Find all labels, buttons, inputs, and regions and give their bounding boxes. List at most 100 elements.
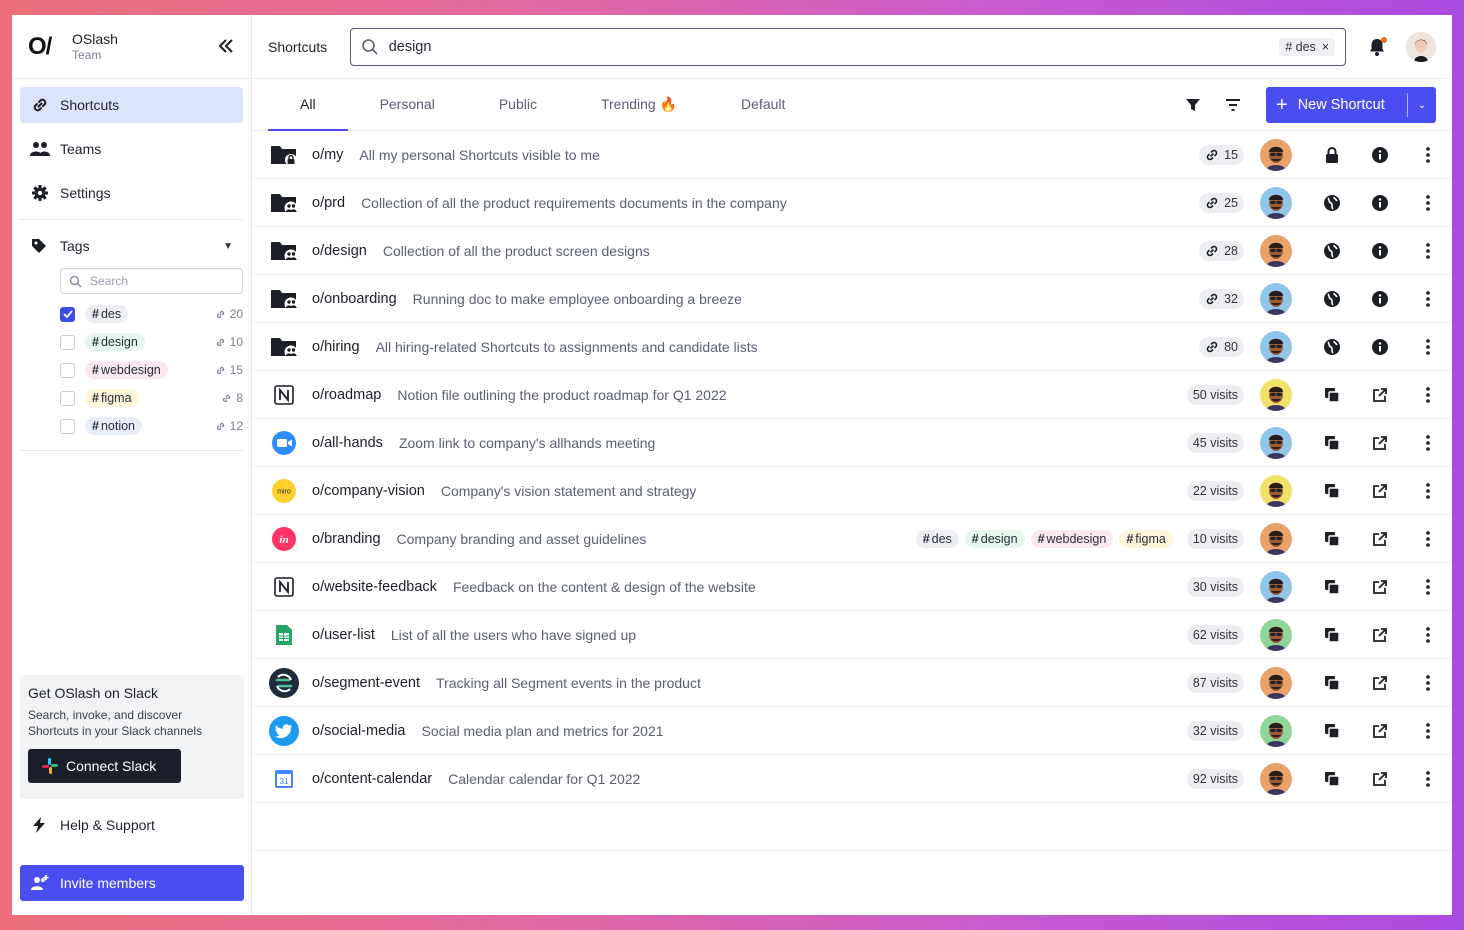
search-filter-chip[interactable]: # des × [1279, 37, 1336, 56]
copy-icon[interactable] [1308, 435, 1356, 451]
tag-filter-design[interactable]: # design 10 [12, 328, 251, 356]
owner-avatar[interactable] [1260, 138, 1292, 171]
shortcut-row[interactable]: miro o/company-vision Company's vision s… [252, 467, 1452, 515]
tag-checkbox[interactable] [60, 334, 75, 350]
more-options-icon[interactable] [1404, 386, 1452, 403]
external-link-icon[interactable] [1356, 387, 1404, 403]
shortcut-name[interactable]: o/design [312, 243, 367, 259]
more-options-icon[interactable] [1404, 146, 1452, 163]
notification-bell-icon[interactable] [1366, 36, 1388, 58]
tab-public[interactable]: Public [467, 78, 569, 130]
sidebar-item-teams[interactable]: Teams [20, 131, 243, 167]
shortcut-row[interactable]: o/hiring All hiring-related Shortcuts to… [252, 323, 1452, 371]
owner-avatar[interactable] [1260, 378, 1292, 411]
owner-avatar[interactable] [1260, 714, 1292, 747]
info-icon[interactable] [1356, 290, 1404, 308]
tag-checkbox[interactable] [60, 390, 75, 406]
copy-icon[interactable] [1308, 483, 1356, 499]
more-options-icon[interactable] [1404, 770, 1452, 787]
chip-close-icon[interactable]: × [1322, 40, 1329, 54]
shortcut-row[interactable]: o/website-feedback Feedback on the conte… [252, 563, 1452, 611]
more-options-icon[interactable] [1404, 626, 1452, 643]
more-options-icon[interactable] [1404, 674, 1452, 691]
external-link-icon[interactable] [1356, 675, 1404, 691]
copy-icon[interactable] [1308, 723, 1356, 739]
row-tag-pill[interactable]: # webdesign [1030, 529, 1114, 548]
more-options-icon[interactable] [1404, 242, 1452, 259]
copy-icon[interactable] [1308, 531, 1356, 547]
shortcut-name[interactable]: o/hiring [312, 339, 360, 355]
shortcut-row[interactable]: o/prd Collection of all the product requ… [252, 179, 1452, 227]
external-link-icon[interactable] [1356, 627, 1404, 643]
tag-search-input[interactable]: Search [60, 268, 243, 294]
owner-avatar[interactable] [1260, 570, 1292, 603]
shortcut-name[interactable]: o/all-hands [312, 435, 383, 451]
owner-avatar[interactable] [1260, 282, 1292, 315]
search-input[interactable]: design # des × [349, 27, 1347, 66]
tab-default[interactable]: Default [709, 78, 817, 130]
user-avatar[interactable] [1406, 31, 1436, 62]
shortcut-name[interactable]: o/roadmap [312, 387, 381, 403]
shortcut-row[interactable]: o/social-media Social media plan and met… [252, 707, 1452, 755]
shortcut-name[interactable]: o/branding [312, 531, 381, 547]
more-options-icon[interactable] [1404, 338, 1452, 355]
more-options-icon[interactable] [1404, 194, 1452, 211]
owner-avatar[interactable] [1260, 666, 1292, 699]
shortcut-row[interactable]: o/my All my personal Shortcuts visible t… [252, 131, 1452, 179]
shortcut-name[interactable]: o/my [312, 147, 343, 163]
help-support-link[interactable]: Help & Support [20, 807, 244, 843]
external-link-icon[interactable] [1356, 435, 1404, 451]
owner-avatar[interactable] [1260, 330, 1292, 363]
shortcut-name[interactable]: o/user-list [312, 627, 375, 643]
chevron-down-icon[interactable]: ▼ [223, 241, 233, 252]
external-link-icon[interactable] [1356, 771, 1404, 787]
sidebar-item-settings[interactable]: Settings [20, 175, 243, 211]
shortcut-name[interactable]: o/segment-event [312, 675, 420, 691]
copy-icon[interactable] [1308, 675, 1356, 691]
owner-avatar[interactable] [1260, 186, 1292, 219]
row-tag-pill[interactable]: # des [915, 529, 959, 548]
owner-avatar[interactable] [1260, 618, 1292, 651]
shortcut-row[interactable]: o/user-list List of all the users who ha… [252, 611, 1452, 659]
info-icon[interactable] [1356, 146, 1404, 164]
external-link-icon[interactable] [1356, 531, 1404, 547]
shortcut-name[interactable]: o/prd [312, 195, 345, 211]
more-options-icon[interactable] [1404, 482, 1452, 499]
owner-avatar[interactable] [1260, 522, 1292, 555]
copy-icon[interactable] [1308, 579, 1356, 595]
copy-icon[interactable] [1308, 771, 1356, 787]
copy-icon[interactable] [1308, 387, 1356, 403]
tab-all[interactable]: All [268, 78, 348, 131]
info-icon[interactable] [1356, 338, 1404, 356]
new-shortcut-button[interactable]: + New Shortcut ⌄ [1266, 87, 1436, 123]
collapse-sidebar-icon[interactable] [215, 35, 237, 57]
tag-checkbox[interactable] [60, 306, 75, 322]
owner-avatar[interactable] [1260, 762, 1292, 795]
external-link-icon[interactable] [1356, 483, 1404, 499]
more-options-icon[interactable] [1404, 578, 1452, 595]
owner-avatar[interactable] [1260, 426, 1292, 459]
shortcut-row[interactable]: o/onboarding Running doc to make employe… [252, 275, 1452, 323]
tags-section-header[interactable]: Tags ▼ [12, 224, 251, 268]
more-options-icon[interactable] [1404, 434, 1452, 451]
shortcut-row[interactable]: o/design Collection of all the product s… [252, 227, 1452, 275]
shortcut-name[interactable]: o/company-vision [312, 483, 425, 499]
tag-filter-figma[interactable]: # figma 8 [12, 384, 251, 412]
owner-avatar[interactable] [1260, 234, 1292, 267]
more-options-icon[interactable] [1404, 290, 1452, 307]
more-options-icon[interactable] [1404, 530, 1452, 547]
shortcut-name[interactable]: o/social-media [312, 723, 406, 739]
chevron-down-icon[interactable]: ⌄ [1408, 100, 1436, 111]
shortcut-row[interactable]: 31 o/content-calendar Calendar calendar … [252, 755, 1452, 803]
tag-checkbox[interactable] [60, 362, 75, 378]
tab-trending[interactable]: Trending 🔥 [569, 78, 709, 130]
tag-filter-notion[interactable]: # notion 12 [12, 412, 251, 440]
shortcut-row[interactable]: o/segment-event Tracking all Segment eve… [252, 659, 1452, 707]
tag-filter-des[interactable]: # des 20 [12, 300, 251, 328]
info-icon[interactable] [1356, 242, 1404, 260]
external-link-icon[interactable] [1356, 579, 1404, 595]
invite-members-button[interactable]: Invite members [20, 865, 244, 901]
tag-filter-webdesign[interactable]: # webdesign 15 [12, 356, 251, 384]
sidebar-item-shortcuts[interactable]: Shortcuts [20, 87, 243, 123]
more-options-icon[interactable] [1404, 722, 1452, 739]
